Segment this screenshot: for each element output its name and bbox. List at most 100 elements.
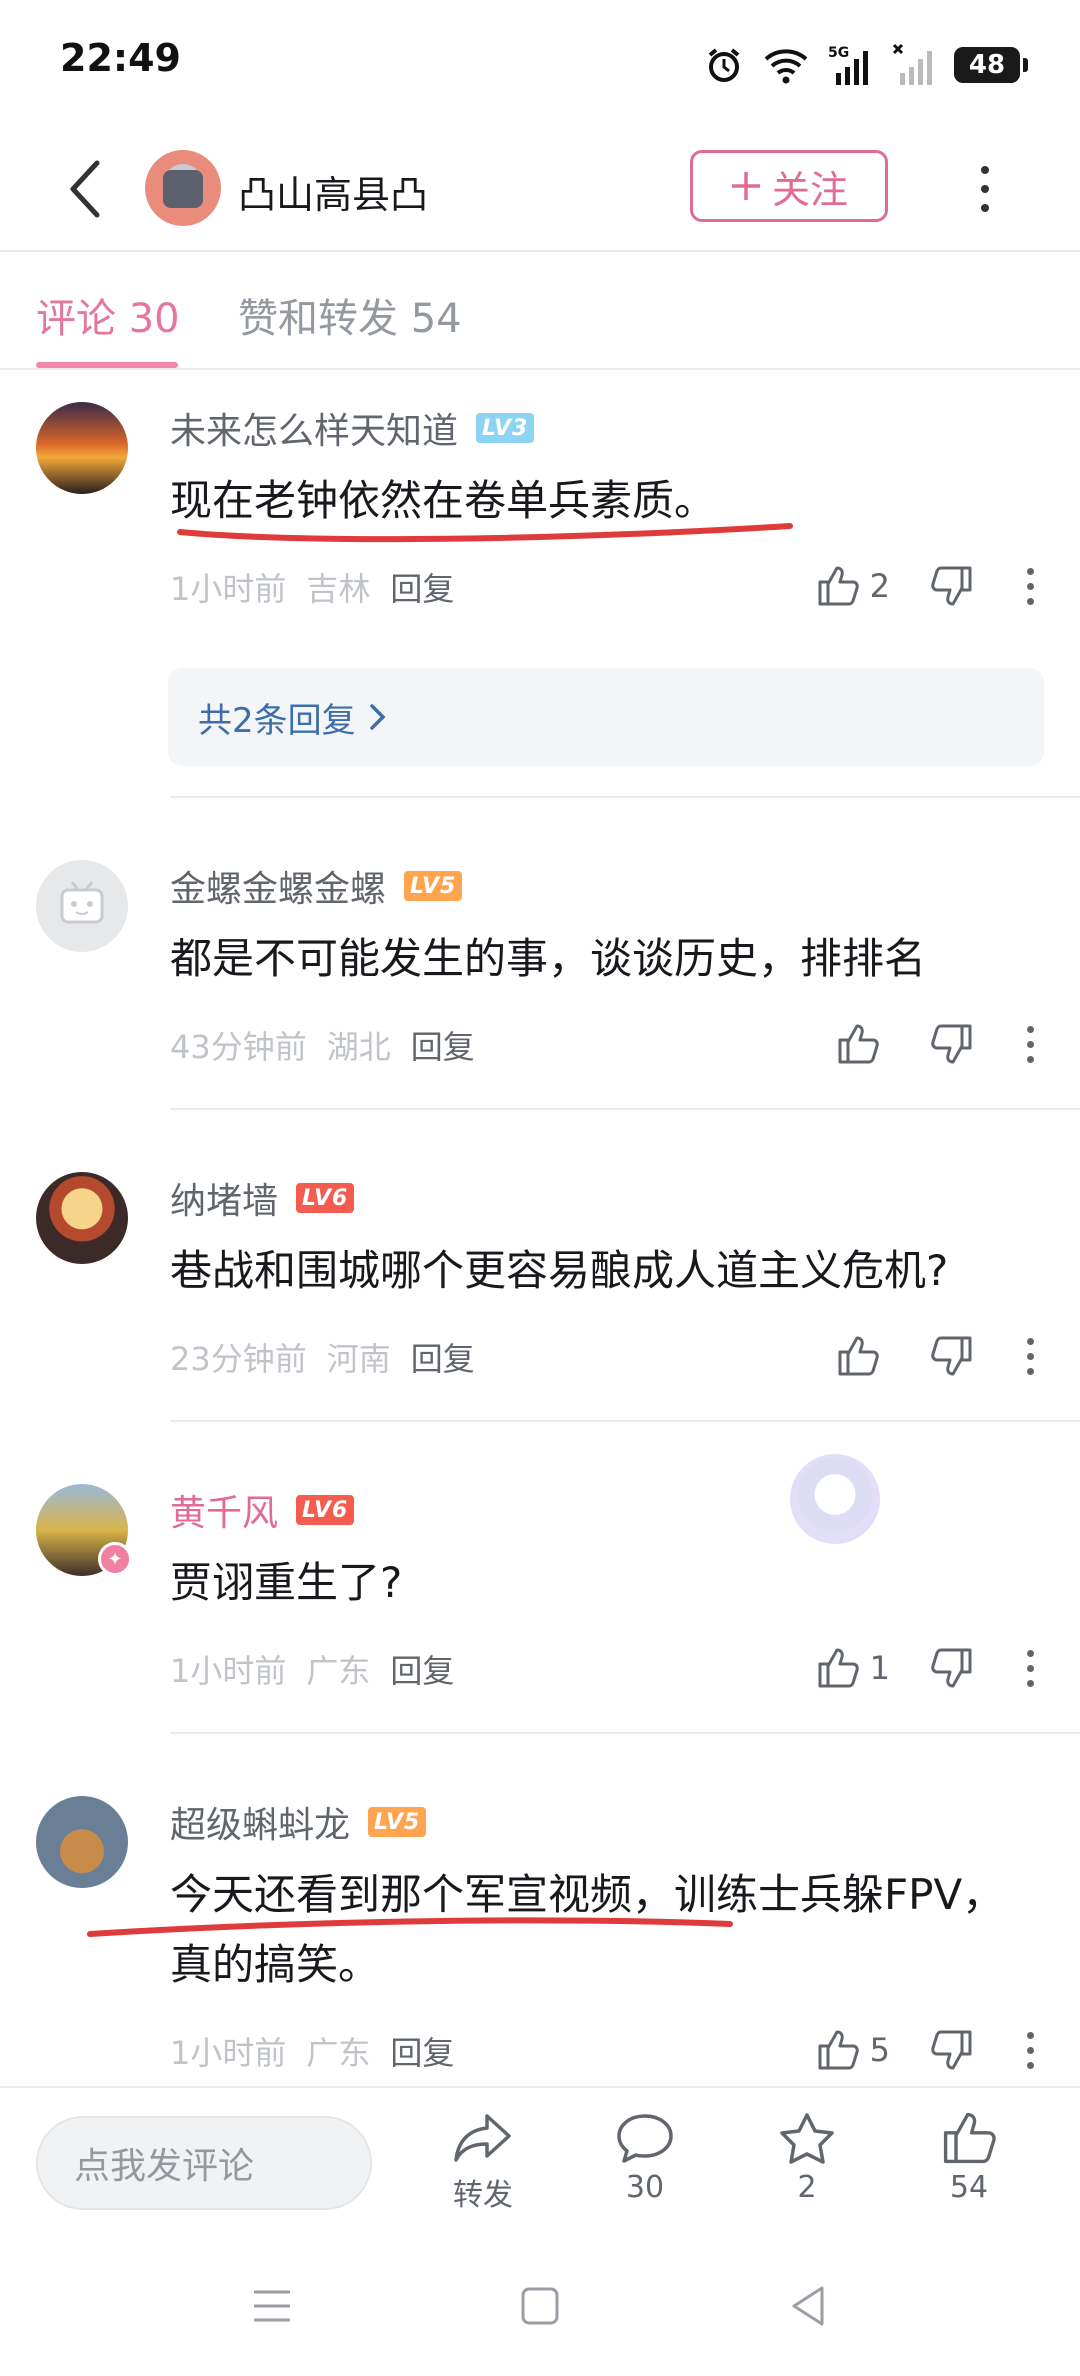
comment-input[interactable]: 点我发评论 xyxy=(36,2116,372,2210)
header: 凸山高县凸 关注 xyxy=(0,126,1080,252)
comment-time: 23分钟前 xyxy=(170,1340,307,1378)
comment-bubble-icon xyxy=(617,2114,673,2163)
level-badge: LV5 xyxy=(368,1807,427,1837)
back-button[interactable] xyxy=(50,154,120,224)
thumbs-up-icon xyxy=(818,2030,859,2070)
view-replies-button[interactable]: 共2条回复 xyxy=(168,668,1044,766)
thumbs-down-icon xyxy=(931,1336,972,1376)
star-icon xyxy=(780,2113,834,2164)
comment-meta: 1小时前 广东 回复 xyxy=(170,2028,454,2074)
commenter-avatar[interactable] xyxy=(36,1796,128,1888)
share-label: 转发 xyxy=(453,2178,513,2213)
more-dot-icon xyxy=(981,166,989,174)
like-button[interactable]: 2 xyxy=(816,564,890,608)
decoration-sticker-icon xyxy=(790,1454,880,1544)
reply-button[interactable]: 回复 xyxy=(390,564,454,610)
home-square-icon xyxy=(521,2287,559,2325)
divider xyxy=(170,1420,1080,1422)
commenter-name[interactable]: 黄千风 LV6 xyxy=(170,1484,355,1536)
thumbs-up-icon xyxy=(818,1648,859,1688)
like-count: 1 xyxy=(869,1649,890,1687)
comment-more-button[interactable] xyxy=(1020,1649,1040,1687)
like-button[interactable]: 1 xyxy=(816,1646,890,1690)
like-count: 5 xyxy=(869,2031,890,2069)
dislike-button[interactable] xyxy=(930,1646,974,1690)
comment-time: 1小时前 xyxy=(170,2034,287,2072)
commenter-name-text: 超级蝌蚪龙 xyxy=(170,1805,351,1846)
nav-menu-button[interactable] xyxy=(242,2276,302,2336)
comment-location: 湖北 xyxy=(326,1028,391,1066)
commenter-name[interactable]: 超级蝌蚪龙 LV5 xyxy=(170,1796,427,1848)
status-bar: 22:49 5G 48 xyxy=(0,0,1080,126)
comment-text: 巷战和围城哪个更容易酿成人道主义危机? xyxy=(170,1246,949,1295)
thumbs-up-icon xyxy=(838,1024,879,1064)
like-button[interactable]: 5 xyxy=(816,2028,890,2072)
comment-meta: 1小时前 吉林 回复 xyxy=(170,564,454,610)
reply-button[interactable]: 回复 xyxy=(390,1646,454,1692)
comment-text: 都是不可能发生的事，谈谈历史，排排名 xyxy=(170,934,927,983)
tab-comments[interactable]: 评论 30 xyxy=(36,286,180,344)
thumbs-up-icon xyxy=(838,1336,879,1376)
level-badge: LV6 xyxy=(296,1495,355,1525)
author-name[interactable]: 凸山高县凸 xyxy=(238,164,428,219)
more-options-button[interactable] xyxy=(960,154,1010,224)
comment-actions: 5 xyxy=(816,2022,1040,2078)
dislike-button[interactable] xyxy=(930,2028,974,2072)
comment-count-button[interactable]: 30 xyxy=(590,2112,700,2205)
comment-time: 1小时前 xyxy=(170,570,287,608)
more-dot-icon xyxy=(981,204,989,212)
comment-location: 河南 xyxy=(326,1340,391,1378)
default-avatar-icon xyxy=(60,881,104,924)
commenter-name-text: 纳堵墙 xyxy=(170,1181,279,1222)
divider xyxy=(170,796,1080,798)
like-button[interactable] xyxy=(836,1334,890,1378)
comment-time: 43分钟前 xyxy=(170,1028,307,1066)
dislike-button[interactable] xyxy=(930,1334,974,1378)
dislike-button[interactable] xyxy=(930,1022,974,1066)
like-button[interactable] xyxy=(836,1022,890,1066)
share-button[interactable]: 转发 xyxy=(428,2112,538,2214)
signal-5g-icon: 5G xyxy=(828,45,868,85)
replies-summary: 共2条回复 xyxy=(198,700,356,741)
nav-back-button[interactable] xyxy=(778,2276,838,2336)
reply-button[interactable]: 回复 xyxy=(411,1334,475,1380)
follow-button[interactable]: 关注 xyxy=(690,150,888,222)
favorite-button[interactable]: 2 xyxy=(752,2112,862,2205)
commenter-name-text: 金螺金螺金螺 xyxy=(170,869,387,910)
commenter-name[interactable]: 金螺金螺金螺 LV5 xyxy=(170,860,463,912)
comment-actions: 1 xyxy=(816,1640,1040,1696)
like-post-button[interactable]: 54 xyxy=(914,2112,1024,2205)
menu-icon xyxy=(254,2290,290,2322)
more-dot-icon xyxy=(981,185,989,193)
comment-more-button[interactable] xyxy=(1020,2031,1040,2069)
thumbs-down-icon xyxy=(931,566,972,606)
share-icon xyxy=(454,2114,511,2162)
reply-button[interactable]: 回复 xyxy=(411,1022,475,1068)
vip-badge-icon: ✦ xyxy=(98,1542,132,1576)
like-count: 2 xyxy=(869,567,890,605)
reply-button[interactable]: 回复 xyxy=(390,2028,454,2074)
commenter-avatar[interactable] xyxy=(36,860,128,952)
comment-more-button[interactable] xyxy=(1020,567,1040,605)
tab-likes-shares[interactable]: 赞和转发 54 xyxy=(238,286,462,344)
nav-home-button[interactable] xyxy=(510,2276,570,2336)
comment-location: 吉林 xyxy=(306,570,371,608)
comment-text: 今天还看到那个军宣视频，训练士兵躲FPV，真的搞笑。 xyxy=(170,1870,1005,1989)
dislike-button[interactable] xyxy=(930,564,974,608)
commenter-avatar[interactable] xyxy=(36,402,128,494)
comment-more-button[interactable] xyxy=(1020,1025,1040,1063)
svg-text:5G: 5G xyxy=(828,45,849,61)
commenter-name[interactable]: 纳堵墙 LV6 xyxy=(170,1172,355,1224)
plus-icon xyxy=(731,172,760,200)
status-time: 22:49 xyxy=(60,36,181,80)
comment-more-button[interactable] xyxy=(1020,1337,1040,1375)
battery-indicator: 48 xyxy=(954,47,1028,83)
favorite-count: 2 xyxy=(797,2170,817,2205)
commenter-avatar[interactable] xyxy=(36,1172,128,1264)
author-avatar[interactable] xyxy=(145,150,221,226)
divider xyxy=(170,1732,1080,1734)
commenter-name[interactable]: 未来怎么样天知道 LV3 xyxy=(170,402,535,454)
status-icons: 5G 48 xyxy=(704,40,1028,90)
comment-count: 30 xyxy=(625,2170,665,2205)
comment-meta: 23分钟前 河南 回复 xyxy=(170,1334,475,1380)
